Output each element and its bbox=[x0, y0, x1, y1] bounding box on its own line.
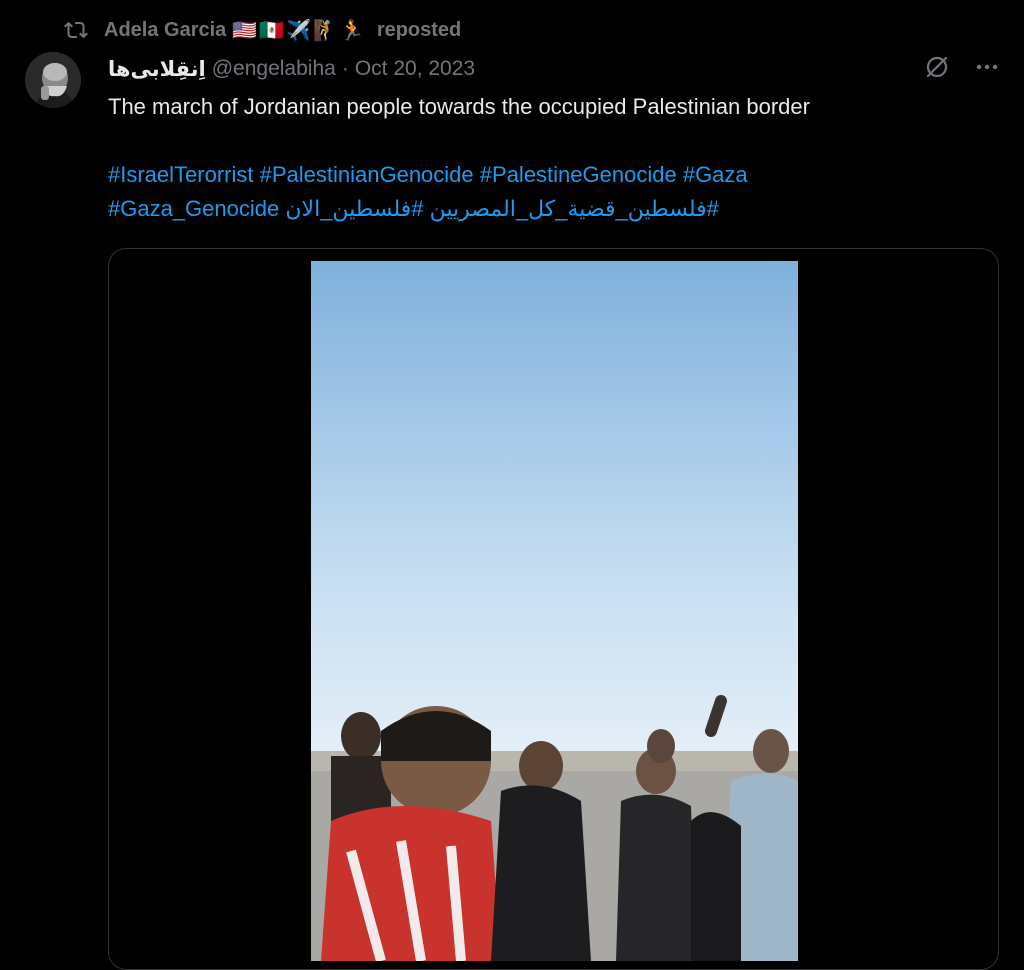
hashtags-line-2: #Gaza_Genocide #فلسطين_الان #فلسطين_قضية… bbox=[108, 192, 988, 226]
hashtag-link[interactable]: #فلسطين_قضية_كل_المصريين bbox=[430, 196, 719, 221]
repost-label: reposted bbox=[376, 18, 462, 41]
grok-icon[interactable] bbox=[924, 54, 950, 80]
author-handle[interactable]: @engelabiha bbox=[212, 57, 336, 81]
hashtag-link[interactable]: #IsraelTerorrist bbox=[108, 162, 253, 187]
tweet-text: The march of Jordanian people towards th… bbox=[108, 94, 810, 119]
hashtags-line-1: #IsraelTerorrist #PalestinianGenocide #P… bbox=[108, 158, 988, 192]
video-player[interactable] bbox=[311, 261, 798, 961]
tweet-hashtags: #IsraelTerorrist #PalestinianGenocide #P… bbox=[108, 158, 988, 226]
separator-dot: · bbox=[341, 57, 349, 80]
tweet-date[interactable]: Oct 20, 2023 bbox=[355, 57, 475, 81]
hashtag-link[interactable]: #Gaza bbox=[683, 162, 748, 187]
more-icon[interactable] bbox=[976, 54, 998, 80]
author-display-name[interactable]: اِنقِلابی‌ها bbox=[108, 57, 206, 82]
reposter-emojis: 🇺🇸🇲🇽✈️🧗🏃 bbox=[232, 19, 367, 42]
hashtag-link[interactable]: #PalestineGenocide bbox=[480, 162, 677, 187]
hashtag-link[interactable]: #Gaza_Genocide bbox=[108, 196, 279, 221]
avatar[interactable] bbox=[25, 52, 81, 108]
media-card[interactable] bbox=[108, 248, 999, 970]
tweet-header: اِنقِلابی‌ها @engelabiha · Oct 20, 2023 bbox=[108, 54, 475, 84]
video-still bbox=[311, 261, 798, 961]
repost-banner[interactable]: Adela Garcia 🇺🇸🇲🇽✈️🧗🏃 reposted bbox=[64, 16, 461, 44]
reposter-name[interactable]: Adela Garcia bbox=[104, 19, 226, 42]
hashtag-link[interactable]: #PalestinianGenocide bbox=[260, 162, 474, 187]
repost-icon bbox=[64, 21, 88, 39]
tweet-actions bbox=[924, 54, 998, 80]
avatar-image bbox=[25, 52, 81, 108]
hashtag-link[interactable]: #فلسطين_الان bbox=[285, 196, 423, 221]
